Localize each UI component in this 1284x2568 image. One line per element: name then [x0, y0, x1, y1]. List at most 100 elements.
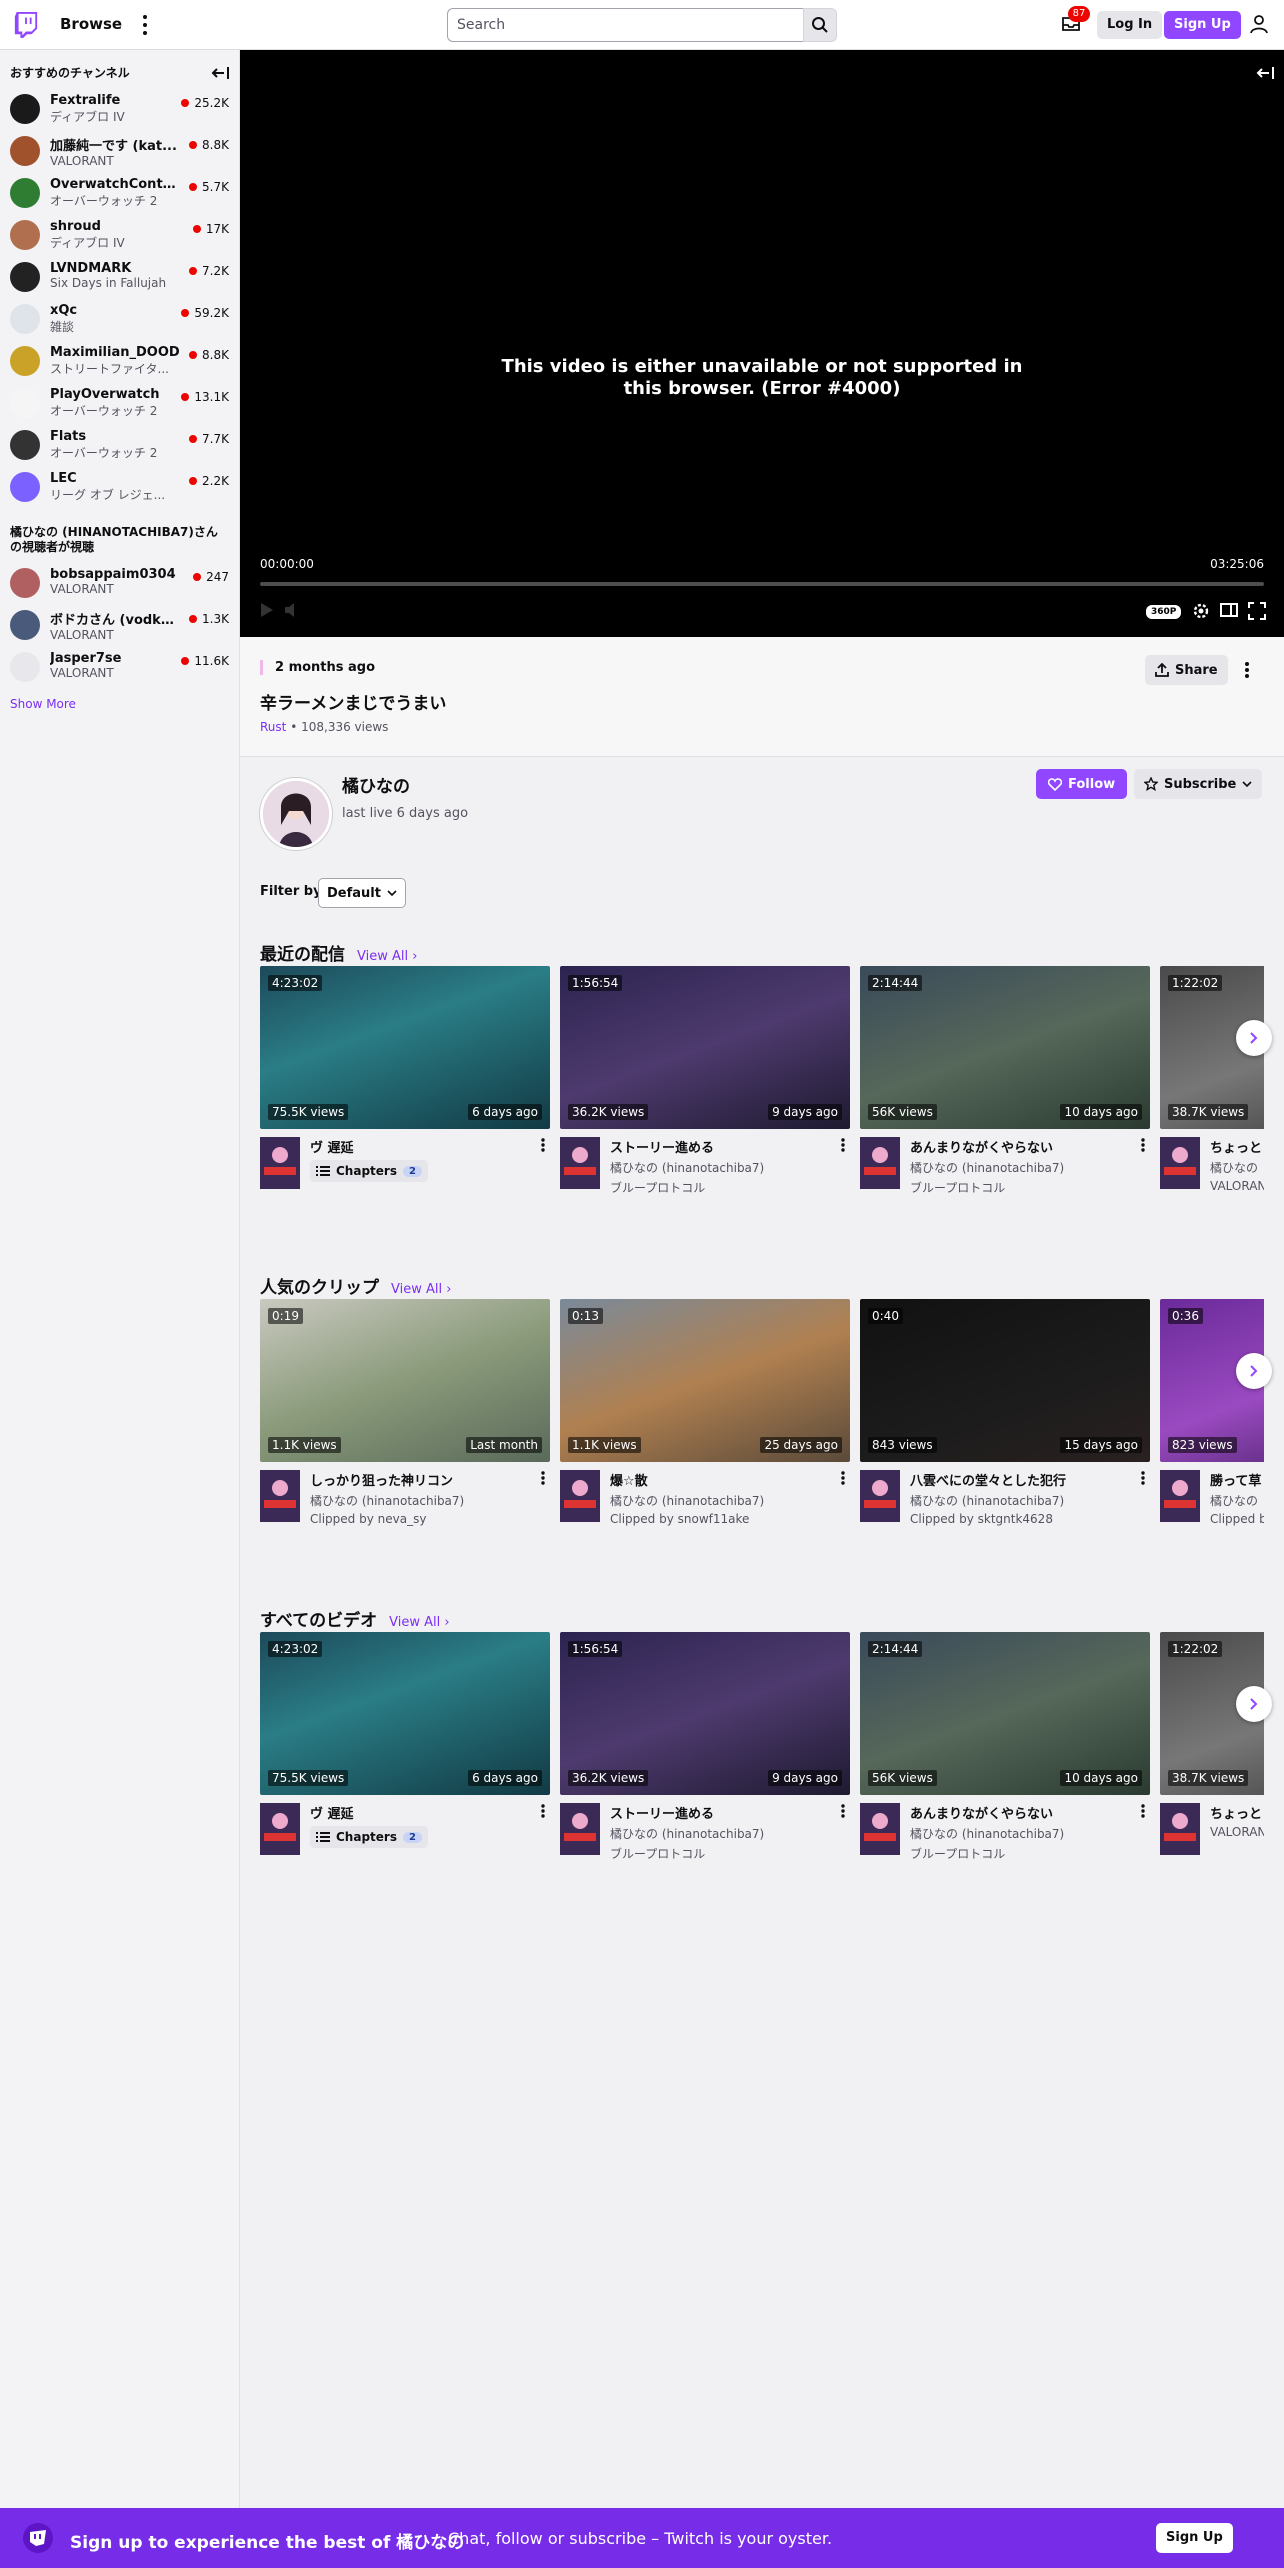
subscribe-button[interactable]: Subscribe	[1134, 769, 1263, 799]
video-card[interactable]: 2:14:44 56K views 10 days ago あんまりながくやらない 橘ひ…	[860, 966, 1150, 1199]
video-card[interactable]: 0:36 823 views 勝って草 橘ひなの Clipped b	[1160, 1299, 1264, 1532]
card-channel[interactable]: 橘ひなの (hinanotachiba7)	[610, 1825, 850, 1842]
play-icon[interactable]	[260, 602, 274, 618]
game-boxart-icon[interactable]	[560, 1137, 600, 1189]
video-card[interactable]: 4:23:02 75.5K views 6 days ago ヴ 遅延 Chapters…	[260, 1632, 550, 1865]
view-all-link[interactable]: View All ›	[389, 1615, 449, 1630]
game-boxart-icon[interactable]	[1160, 1137, 1200, 1189]
game-boxart-icon[interactable]	[860, 1803, 900, 1855]
card-channel[interactable]: 橘ひなの	[1210, 1492, 1264, 1509]
game-boxart-icon[interactable]	[1160, 1470, 1200, 1522]
more-options-icon[interactable]	[1244, 661, 1250, 679]
settings-gear-icon[interactable]	[1192, 602, 1210, 620]
sidebar-channel[interactable]: PlayOverwatch オーバーウォッチ 2 13.1K	[0, 381, 239, 423]
video-thumbnail[interactable]: 4:23:02 75.5K views 6 days ago	[260, 1632, 550, 1795]
game-boxart-icon[interactable]	[560, 1470, 600, 1522]
game-boxart-icon[interactable]	[860, 1470, 900, 1522]
card-title[interactable]: しっかり狙った神リコン	[310, 1470, 530, 1489]
card-title[interactable]: ちょっと	[1210, 1137, 1264, 1156]
shelf-next-button[interactable]	[1236, 1686, 1272, 1722]
card-more-icon[interactable]	[1140, 1803, 1146, 1819]
video-card[interactable]: 4:23:02 75.5K views 6 days ago ヴ 遅延 Chapters…	[260, 966, 550, 1199]
collapse-sidebar-icon[interactable]	[211, 66, 229, 80]
video-thumbnail[interactable]: 2:14:44 56K views 10 days ago	[860, 1632, 1150, 1795]
card-category[interactable]: Clipped by neva_sy	[310, 1512, 550, 1526]
card-channel[interactable]: 橘ひなの (hinanotachiba7)	[310, 1492, 550, 1509]
game-boxart-icon[interactable]	[560, 1803, 600, 1855]
card-channel[interactable]: 橘ひなの (hinanotachiba7)	[610, 1492, 850, 1509]
shelf-next-button[interactable]	[1236, 1353, 1272, 1389]
sidebar-channel[interactable]: OverwatchConte... オーバーウォッチ 2 5.7K	[0, 171, 239, 213]
twitch-logo-icon[interactable]	[14, 12, 38, 38]
video-card[interactable]: 1:22:02 38.7K views ちょっと VALORAN	[1160, 1632, 1264, 1865]
more-menu-icon[interactable]	[140, 15, 150, 35]
sidebar-channel[interactable]: shroud ディアブロ IV 17K	[0, 213, 239, 255]
share-button[interactable]: Share	[1145, 655, 1228, 685]
theatre-mode-icon[interactable]	[1220, 602, 1238, 618]
card-channel[interactable]: 橘ひなの (hinanotachiba7)	[910, 1159, 1150, 1176]
show-more-link[interactable]: Show More	[0, 687, 239, 721]
card-more-icon[interactable]	[840, 1803, 846, 1819]
fullscreen-icon[interactable]	[1248, 602, 1266, 620]
login-button[interactable]: Log In	[1097, 11, 1163, 39]
card-category[interactable]: ブループロトコル	[610, 1845, 850, 1862]
video-thumbnail[interactable]: 1:56:54 36.2K views 9 days ago	[560, 1632, 850, 1795]
chapters-button[interactable]: Chapters 2	[310, 1826, 428, 1848]
video-card[interactable]: 2:14:44 56K views 10 days ago あんまりながくやらない 橘ひ…	[860, 1632, 1150, 1865]
sidebar-channel[interactable]: LVNDMARK Six Days in Fallujah 7.2K	[0, 255, 239, 297]
card-channel[interactable]: VALORAN	[1210, 1825, 1264, 1839]
browse-link[interactable]: Browse	[60, 15, 122, 33]
card-channel[interactable]: 橘ひなの (hinanotachiba7)	[910, 1492, 1150, 1509]
view-all-link[interactable]: View All ›	[391, 1282, 451, 1297]
video-thumbnail[interactable]: 1:56:54 36.2K views 9 days ago	[560, 966, 850, 1129]
video-thumbnail[interactable]: 0:19 1.1K views Last month	[260, 1299, 550, 1462]
game-link[interactable]: Rust	[260, 720, 286, 734]
shelf-next-button[interactable]	[1236, 1020, 1272, 1056]
view-all-link[interactable]: View All ›	[357, 949, 417, 964]
card-more-icon[interactable]	[840, 1470, 846, 1486]
card-title[interactable]: 八雲べにの堂々とした犯行	[910, 1470, 1130, 1489]
banner-signup-button[interactable]: Sign Up	[1156, 2523, 1233, 2553]
game-boxart-icon[interactable]	[260, 1470, 300, 1522]
card-more-icon[interactable]	[540, 1470, 546, 1486]
video-card[interactable]: 1:22:02 38.7K views ちょっと橘ひなの VALORANT	[1160, 966, 1264, 1199]
sidebar-channel[interactable]: Maximilian_DOOD ストリートファイタ... 8.8K	[0, 339, 239, 381]
card-channel[interactable]: 橘ひなの	[1210, 1159, 1264, 1176]
card-category[interactable]: Clipped by snowf11ake	[610, 1512, 850, 1526]
sidebar-channel[interactable]: bobsappaim0304 VALORANT 247	[0, 561, 239, 603]
search-input[interactable]	[447, 8, 803, 42]
card-category[interactable]: Clipped b	[1210, 1512, 1264, 1526]
sidebar-channel[interactable]: ボドカさん (vodka... VALORANT 1.3K	[0, 603, 239, 645]
card-title[interactable]: ストーリー進める	[610, 1803, 830, 1822]
video-card[interactable]: 1:56:54 36.2K views 9 days ago ストーリー進める橘ひなの…	[560, 1632, 850, 1865]
game-boxart-icon[interactable]	[860, 1137, 900, 1189]
video-player[interactable]: This video is either unavailable or not …	[240, 50, 1284, 637]
card-category[interactable]: ブループロトコル	[910, 1179, 1150, 1196]
sidebar-channel[interactable]: Fextralife ディアブロ IV 25.2K	[0, 87, 239, 129]
video-thumbnail[interactable]: 0:40 843 views 15 days ago	[860, 1299, 1150, 1462]
card-category[interactable]: ブループロトコル	[610, 1179, 850, 1196]
search-button[interactable]	[803, 8, 837, 42]
chapters-button[interactable]: Chapters 2	[310, 1160, 428, 1182]
card-more-icon[interactable]	[840, 1137, 846, 1153]
card-title[interactable]: あんまりながくやらない	[910, 1803, 1130, 1822]
card-title[interactable]: ヴ 遅延	[310, 1803, 530, 1822]
card-title[interactable]: 爆☆散	[610, 1470, 830, 1489]
card-more-icon[interactable]	[540, 1803, 546, 1819]
card-channel[interactable]: 橘ひなの (hinanotachiba7)	[610, 1159, 850, 1176]
card-more-icon[interactable]	[1140, 1137, 1146, 1153]
game-boxart-icon[interactable]	[260, 1803, 300, 1855]
follow-button[interactable]: Follow	[1036, 769, 1128, 799]
card-more-icon[interactable]	[1140, 1470, 1146, 1486]
sidebar-channel[interactable]: Jasper7se VALORANT 11.6K	[0, 645, 239, 687]
card-title[interactable]: 勝って草	[1210, 1470, 1264, 1489]
signup-button[interactable]: Sign Up	[1164, 11, 1241, 39]
filter-select[interactable]: Default	[318, 878, 406, 908]
video-thumbnail[interactable]: 0:13 1.1K views 25 days ago	[560, 1299, 850, 1462]
quality-badge[interactable]: 360P	[1146, 605, 1182, 619]
seek-bar[interactable]	[260, 582, 1264, 586]
card-title[interactable]: ストーリー進める	[610, 1137, 830, 1156]
card-title[interactable]: ちょっと	[1210, 1803, 1264, 1822]
card-title[interactable]: あんまりながくやらない	[910, 1137, 1130, 1156]
card-category[interactable]: VALORANT	[1210, 1179, 1264, 1193]
